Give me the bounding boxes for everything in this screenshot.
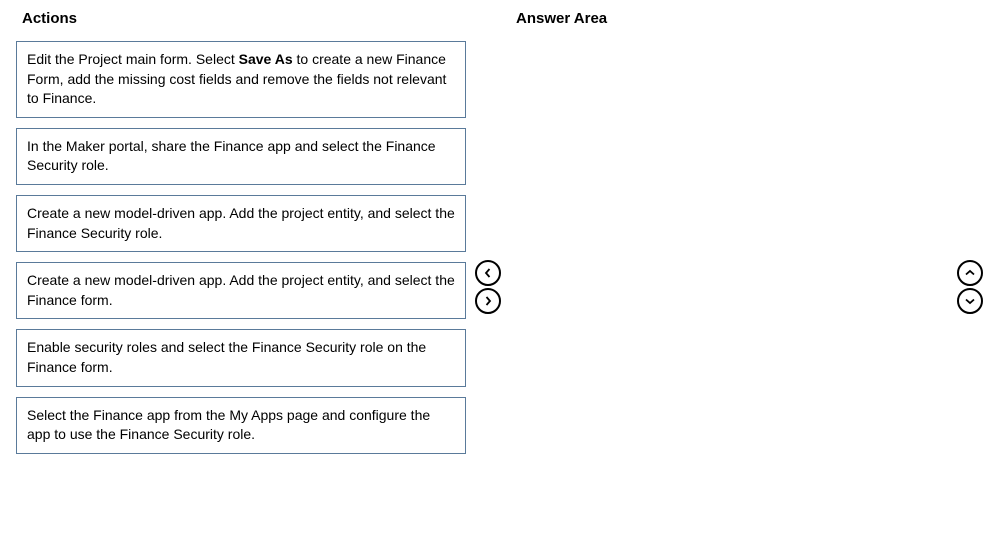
chevron-down-icon (965, 293, 975, 309)
action-text-prefix: Select the Finance app from the My Apps … (27, 407, 430, 443)
answer-area-heading: Answer Area (516, 10, 948, 27)
action-text-prefix: In the Maker portal, share the Finance a… (27, 138, 436, 174)
action-text-bold: Save As (239, 51, 293, 67)
action-text-prefix: Create a new model-driven app. Add the p… (27, 272, 455, 308)
move-right-button[interactable] (475, 288, 501, 314)
move-up-button[interactable] (957, 260, 983, 286)
actions-heading: Actions (22, 10, 466, 27)
action-text-prefix: Create a new model-driven app. Add the p… (27, 205, 455, 241)
move-arrows-column (474, 10, 502, 314)
action-item[interactable]: Edit the Project main form. Select Save … (16, 41, 466, 118)
chevron-right-icon (483, 293, 493, 309)
action-text-prefix: Edit the Project main form. Select (27, 51, 239, 67)
reorder-arrows-column (956, 10, 984, 314)
chevron-left-icon (483, 265, 493, 281)
action-item[interactable]: Create a new model-driven app. Add the p… (16, 262, 466, 319)
action-item[interactable]: In the Maker portal, share the Finance a… (16, 128, 466, 185)
move-left-button[interactable] (475, 260, 501, 286)
answer-area-column: Answer Area (510, 10, 948, 41)
action-item[interactable]: Select the Finance app from the My Apps … (16, 397, 466, 454)
action-text-prefix: Enable security roles and select the Fin… (27, 339, 426, 375)
actions-column: Actions Edit the Project main form. Sele… (16, 10, 466, 464)
move-down-button[interactable] (957, 288, 983, 314)
chevron-up-icon (965, 265, 975, 281)
action-item[interactable]: Create a new model-driven app. Add the p… (16, 195, 466, 252)
action-item[interactable]: Enable security roles and select the Fin… (16, 329, 466, 386)
